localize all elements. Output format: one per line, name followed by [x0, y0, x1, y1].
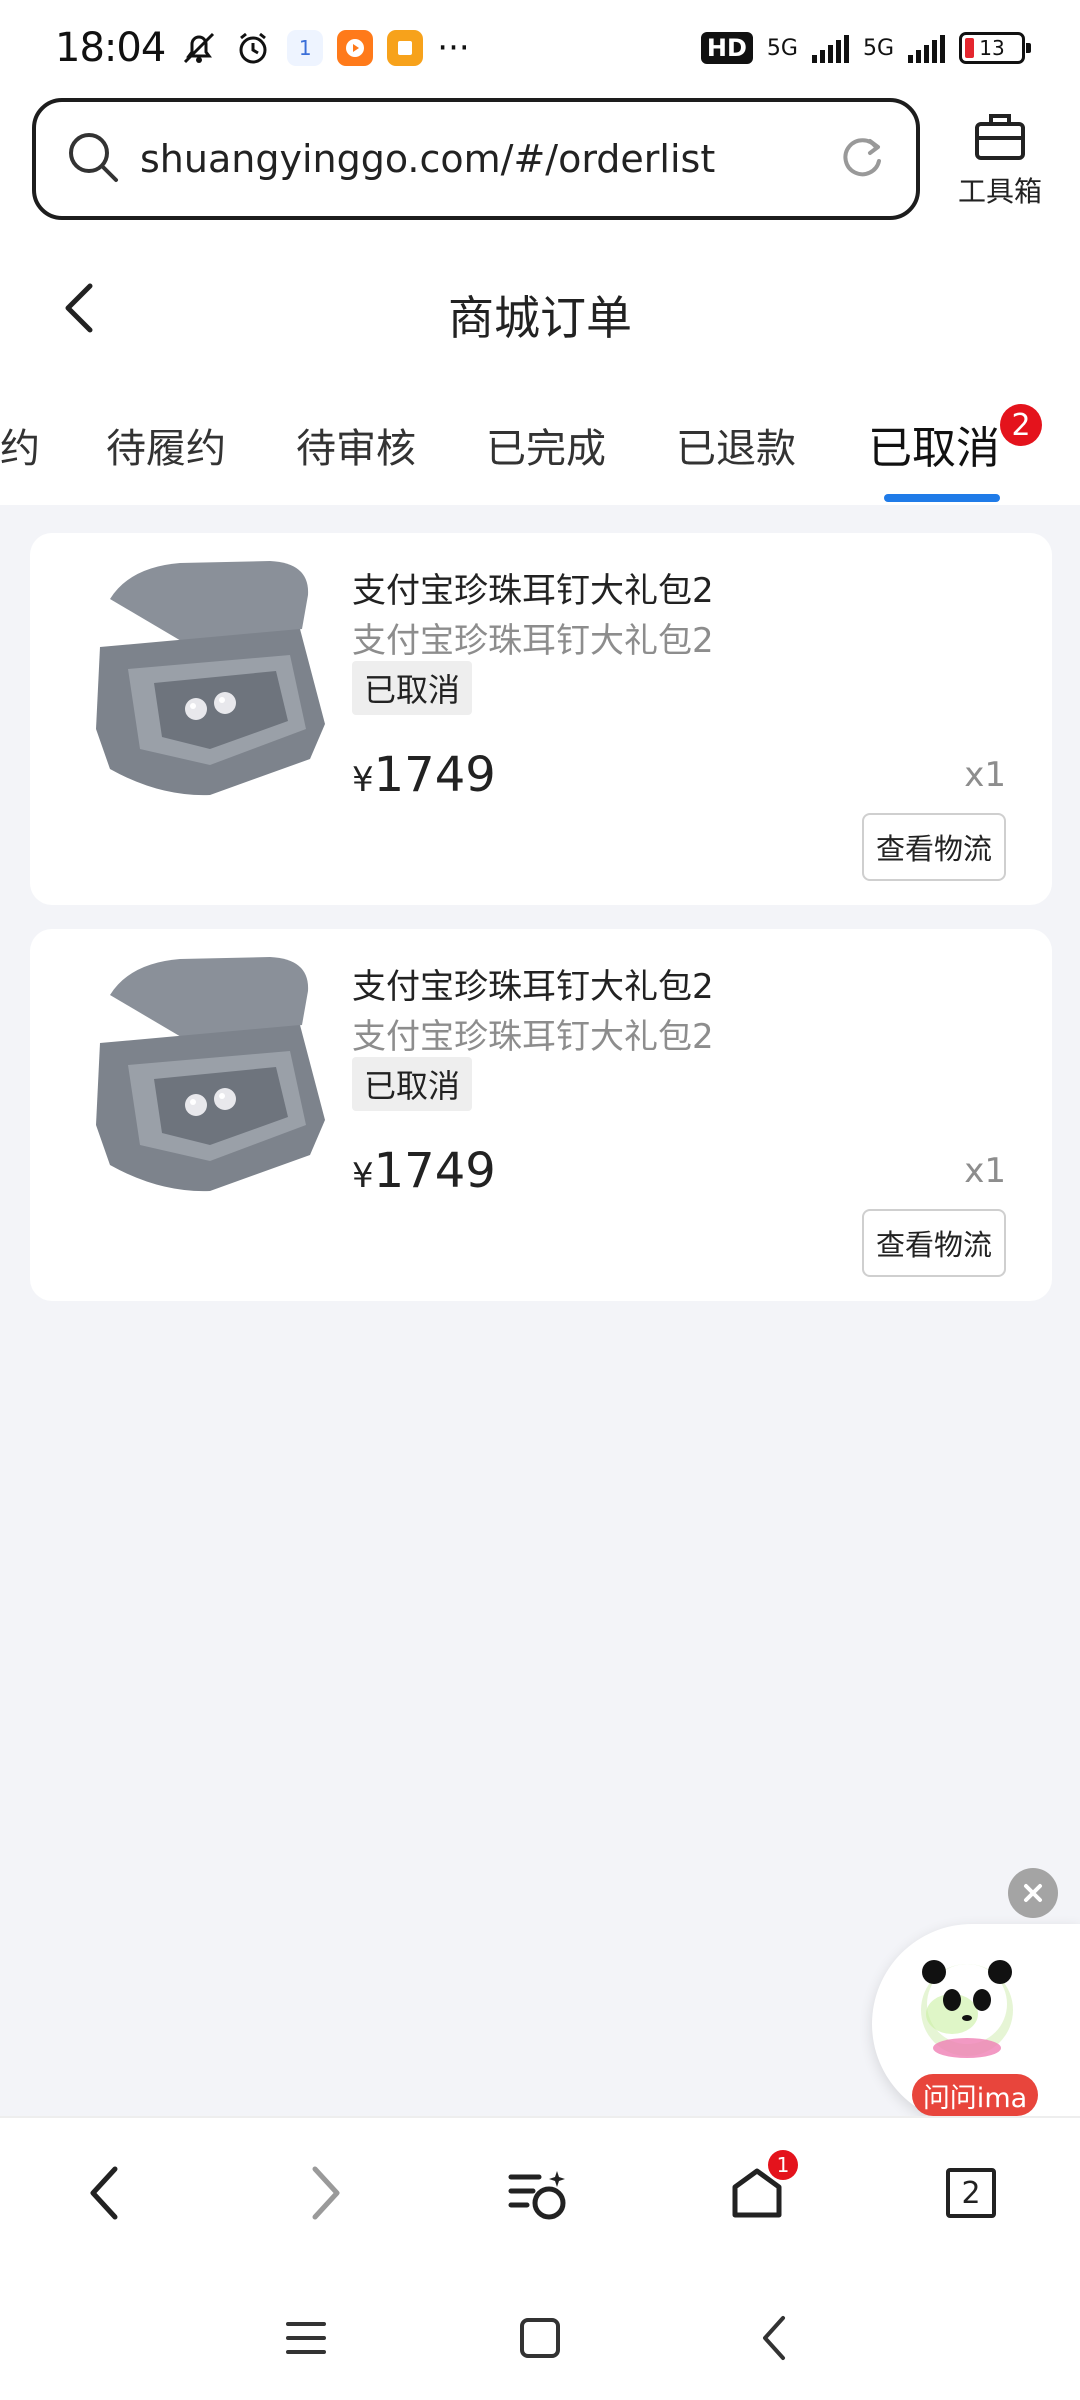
- chevron-left-icon: [763, 2316, 785, 2360]
- status-time: 18:04: [55, 25, 166, 71]
- tab-completed[interactable]: 已完成: [486, 416, 606, 474]
- price: ¥1749: [352, 1143, 496, 1199]
- mute-bell-icon: [179, 26, 219, 70]
- status-tabs: 约 待履约 待审核 已完成 已退款 已取消 2: [0, 390, 1080, 505]
- network-label-2: 5G: [862, 35, 894, 61]
- browser-back-button[interactable]: [70, 2158, 140, 2228]
- feed-button[interactable]: [504, 2158, 574, 2228]
- menu-button[interactable]: [276, 2308, 336, 2368]
- alarm-icon: [233, 26, 273, 70]
- square-icon: [520, 2318, 560, 2358]
- currency-symbol: ¥: [352, 1156, 374, 1196]
- tab-pending-fulfillment[interactable]: 待履约: [106, 416, 226, 474]
- system-home-button[interactable]: [510, 2308, 570, 2368]
- search-icon: [64, 128, 122, 190]
- tabs-switcher-button[interactable]: 2: [936, 2158, 1006, 2228]
- product-image: [96, 957, 325, 1192]
- battery-icon: 13: [959, 32, 1031, 64]
- status-bar: 18:04 1 ··· HD 5G 5G 13: [0, 0, 1080, 96]
- home-button[interactable]: 1: [722, 2150, 798, 2228]
- tab-cancelled-label: 已取消: [868, 423, 1000, 474]
- panda-icon: [921, 1960, 1013, 2058]
- product-name: 支付宝珍珠耳钉大礼包2: [352, 571, 714, 611]
- status-badge: 已取消: [352, 1057, 473, 1111]
- tab-fulfilling-partial[interactable]: 约: [0, 416, 40, 474]
- toolbox-icon: [972, 114, 1028, 166]
- toolbox-label: 工具箱: [957, 175, 1042, 208]
- notes-app-icon: [387, 30, 424, 66]
- home-badge: 1: [768, 2150, 798, 2180]
- tab-cancelled[interactable]: 已取消 2: [868, 404, 1042, 476]
- view-logistics-button[interactable]: 查看物流: [861, 813, 1006, 881]
- view-logistics-button[interactable]: 查看物流: [861, 1209, 1006, 1277]
- quantity: x1: [964, 755, 1006, 795]
- order-card[interactable]: 支付宝珍珠耳钉大礼包2 支付宝珍珠耳钉大礼包2 已取消 ¥1749 x1 查看物…: [30, 929, 1052, 1301]
- ima-assistant-widget[interactable]: 问问ima: [872, 1924, 1080, 2124]
- browser-forward-button[interactable]: [290, 2158, 360, 2228]
- url-text: shuangyinggo.com/#/orderlist: [140, 137, 716, 181]
- tab-pending-review[interactable]: 待审核: [296, 416, 416, 474]
- close-icon: [1024, 1884, 1042, 1902]
- quantity: x1: [964, 1151, 1006, 1191]
- url-bar[interactable]: shuangyinggo.com/#/orderlist: [32, 98, 920, 220]
- product-name: 支付宝珍珠耳钉大礼包2: [352, 967, 714, 1007]
- chevron-left-icon: [90, 2166, 118, 2220]
- battery-level: 13: [979, 36, 1005, 60]
- network-label: 5G: [766, 35, 798, 61]
- product-subtitle: 支付宝珍珠耳钉大礼包2: [352, 621, 714, 661]
- refresh-icon[interactable]: [836, 131, 888, 187]
- browser-bar: shuangyinggo.com/#/orderlist 工具箱: [0, 96, 1080, 230]
- browser-toolbar: 1 2: [0, 2116, 1080, 2264]
- video-app-icon: [337, 30, 374, 66]
- price-value: 1749: [373, 1143, 496, 1199]
- more-icon: ···: [437, 28, 470, 68]
- menu-icon: [286, 2322, 326, 2354]
- toolbox-button[interactable]: 工具箱: [950, 110, 1050, 210]
- product-image: [96, 561, 325, 796]
- price-value: 1749: [373, 747, 496, 803]
- order-card[interactable]: 支付宝珍珠耳钉大礼包2 支付宝珍珠耳钉大礼包2 已取消 ¥1749 x1 查看物…: [30, 533, 1052, 905]
- system-back-button[interactable]: [744, 2308, 804, 2368]
- ima-label: 问问ima: [912, 2074, 1038, 2116]
- signal-icon: [811, 33, 849, 63]
- page-title: 商城订单: [448, 291, 632, 345]
- hd-badge: HD: [700, 32, 753, 64]
- status-badge: 已取消: [352, 661, 473, 715]
- page-header: 商城订单: [0, 230, 1080, 390]
- active-tab-indicator: [884, 494, 1000, 502]
- tab-refunded[interactable]: 已退款: [676, 416, 796, 474]
- currency-symbol: ¥: [352, 760, 374, 800]
- tab-count-badge: 2: [1000, 404, 1042, 446]
- chevron-right-icon: [312, 2166, 340, 2220]
- notification-app-icon: 1: [287, 30, 324, 66]
- close-floating-button[interactable]: [1008, 1868, 1058, 1918]
- tabs-count: 2: [946, 2168, 996, 2218]
- product-subtitle: 支付宝珍珠耳钉大礼包2: [352, 1017, 714, 1057]
- signal-icon-2: [908, 33, 945, 63]
- system-navigation-bar: [0, 2264, 1080, 2400]
- price: ¥1749: [352, 747, 496, 803]
- feed-icon: [508, 2171, 566, 2220]
